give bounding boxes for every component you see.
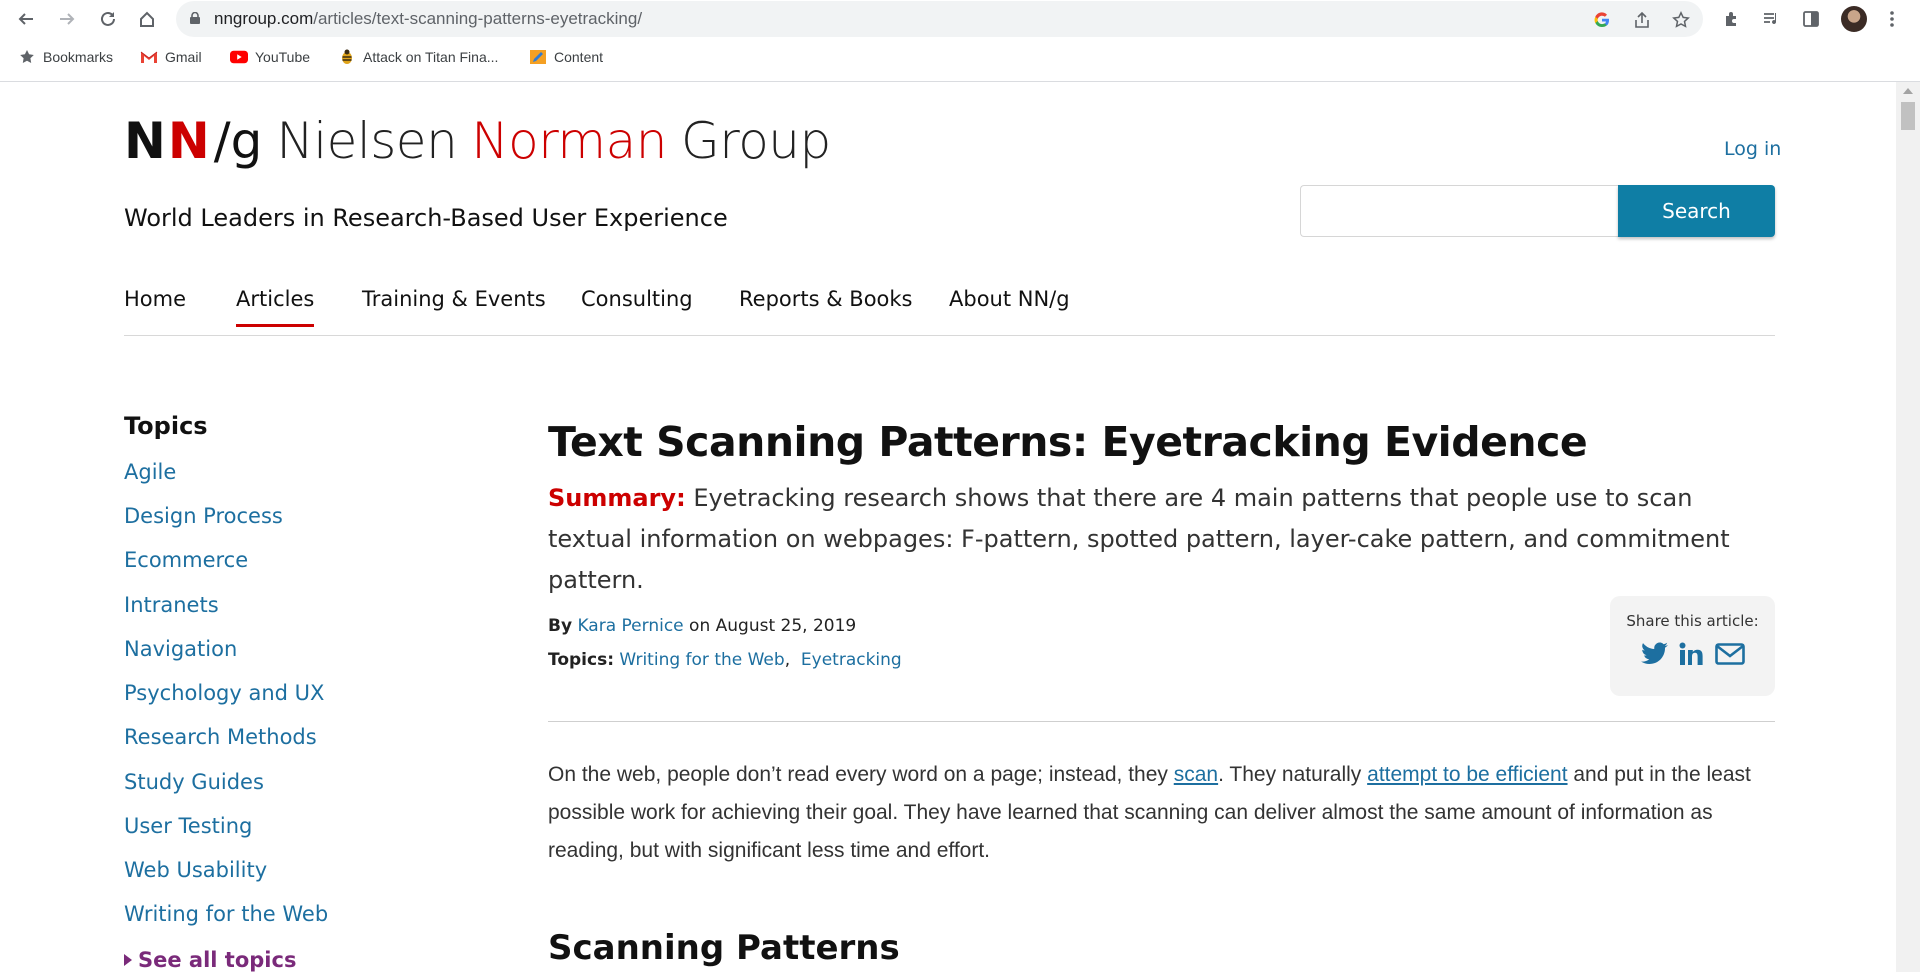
bookmark-label: Bookmarks bbox=[43, 49, 114, 65]
bee-icon bbox=[338, 48, 356, 66]
logo-nn: NN bbox=[124, 112, 212, 170]
bookmark-attack-on-titan[interactable]: Attack on Titan Fina... bbox=[338, 48, 498, 66]
topics-label: Topics: bbox=[548, 650, 615, 670]
scroll-thumb[interactable] bbox=[1901, 102, 1915, 130]
media-queue-icon[interactable] bbox=[1759, 7, 1783, 31]
nav-reports-books[interactable]: Reports & Books bbox=[739, 287, 913, 311]
star-icon bbox=[18, 48, 36, 66]
topic-link-writing-web[interactable]: Writing for the Web bbox=[124, 902, 328, 926]
publish-date: on August 25, 2019 bbox=[689, 616, 857, 636]
bookmark-star-icon[interactable] bbox=[1670, 9, 1692, 31]
scan-link[interactable]: scan bbox=[1174, 763, 1218, 786]
nav-training-events[interactable]: Training & Events bbox=[362, 287, 546, 311]
article-topic-link-writing[interactable]: Writing for the Web bbox=[619, 650, 784, 670]
bookmark-label: Content bbox=[554, 49, 604, 65]
nav-home[interactable]: Home bbox=[124, 287, 186, 311]
summary-text: Eyetracking research shows that there ar… bbox=[548, 484, 1730, 594]
logo-word-norman: Norman bbox=[471, 112, 667, 170]
bookmark-youtube[interactable]: YouTube bbox=[230, 48, 310, 66]
page-scrollbar[interactable] bbox=[1896, 82, 1920, 972]
body-text-1: On the web, people don’t read every word… bbox=[548, 763, 1174, 786]
bookmark-gmail[interactable]: Gmail bbox=[140, 48, 202, 66]
search-button[interactable]: Search bbox=[1618, 185, 1775, 237]
forward-icon[interactable] bbox=[52, 4, 82, 34]
logo-g: /g bbox=[213, 112, 263, 170]
attempt-efficient-link[interactable]: attempt to be efficient bbox=[1367, 763, 1567, 786]
nav-about[interactable]: About NN/g bbox=[949, 287, 1070, 311]
author-link[interactable]: Kara Pernice bbox=[577, 616, 683, 636]
topic-link-agile[interactable]: Agile bbox=[124, 460, 176, 484]
bookmark-label: YouTube bbox=[255, 49, 311, 65]
email-icon[interactable] bbox=[1714, 640, 1746, 668]
topics-heading: Topics bbox=[124, 412, 208, 440]
login-link[interactable]: Log in bbox=[1724, 138, 1781, 160]
topic-link-study-guides[interactable]: Study Guides bbox=[124, 770, 264, 794]
tagline: World Leaders in Research-Based User Exp… bbox=[124, 204, 728, 232]
article-summary: Summary: Eyetracking research shows that… bbox=[548, 478, 1748, 601]
body-text-2: . They naturally bbox=[1218, 763, 1368, 786]
article-divider bbox=[548, 721, 1775, 722]
browser-toolbar: nngroup.com/articles/text-scanning-patte… bbox=[0, 0, 1920, 38]
article-intro-paragraph: On the web, people don’t read every word… bbox=[548, 756, 1758, 870]
extensions-icon[interactable] bbox=[1720, 7, 1744, 31]
address-bar[interactable]: nngroup.com/articles/text-scanning-patte… bbox=[176, 1, 1703, 37]
topic-link-intranets[interactable]: Intranets bbox=[124, 593, 219, 617]
logo-word-nielsen: Nielsen bbox=[276, 112, 458, 170]
profile-avatar[interactable] bbox=[1841, 6, 1867, 32]
topic-link-design-process[interactable]: Design Process bbox=[124, 504, 283, 528]
logo-word-group: Group bbox=[680, 112, 831, 170]
webpage: NN /g Nielsen Norman Group World Leaders… bbox=[0, 82, 1896, 972]
see-all-topics-link[interactable]: See all topics bbox=[124, 948, 296, 972]
share-label: Share this article: bbox=[1626, 612, 1759, 630]
bookmark-content[interactable]: Content bbox=[529, 48, 603, 66]
bookmark-bookmarks[interactable]: Bookmarks bbox=[18, 48, 113, 66]
see-all-label: See all topics bbox=[138, 948, 297, 972]
topic-link-ecommerce[interactable]: Ecommerce bbox=[124, 548, 248, 572]
article-title: Text Scanning Patterns: Eyetracking Evid… bbox=[548, 418, 1588, 466]
home-icon[interactable] bbox=[132, 4, 162, 34]
topic-link-psychology-ux[interactable]: Psychology and UX bbox=[124, 681, 324, 705]
bookmark-label: Gmail bbox=[165, 49, 202, 65]
topic-link-navigation[interactable]: Navigation bbox=[124, 637, 237, 661]
back-icon[interactable] bbox=[11, 4, 41, 34]
search-input[interactable] bbox=[1300, 185, 1618, 237]
linkedin-icon[interactable] bbox=[1677, 640, 1705, 668]
article-topics: Topics: Writing for the Web, Eyetracking bbox=[548, 650, 902, 670]
topic-link-user-testing[interactable]: User Testing bbox=[124, 814, 252, 838]
nav-consulting[interactable]: Consulting bbox=[581, 287, 693, 311]
url-text: nngroup.com/articles/text-scanning-patte… bbox=[214, 9, 643, 28]
kebab-menu-icon[interactable] bbox=[1880, 7, 1904, 31]
by-label: By bbox=[548, 616, 573, 636]
nng-logo[interactable]: NN /g Nielsen Norman Group bbox=[124, 112, 831, 172]
reload-icon[interactable] bbox=[93, 4, 123, 34]
side-panel-icon[interactable] bbox=[1799, 7, 1823, 31]
bookmark-label: Attack on Titan Fina... bbox=[363, 49, 499, 65]
section-heading-scanning-patterns: Scanning Patterns bbox=[548, 928, 900, 968]
lock-icon bbox=[190, 12, 200, 24]
byline: By Kara Pernice on August 25, 2019 bbox=[548, 616, 856, 636]
bookmarks-bar: Bookmarks Gmail YouTube Attack on Titan … bbox=[0, 44, 1920, 74]
expand-triangle-icon bbox=[124, 954, 132, 966]
topic-link-web-usability[interactable]: Web Usability bbox=[124, 858, 267, 882]
youtube-icon bbox=[230, 48, 248, 66]
gmail-icon bbox=[140, 48, 158, 66]
google-icon[interactable] bbox=[1591, 9, 1613, 31]
twitter-icon[interactable] bbox=[1640, 640, 1670, 668]
topic-link-research-methods[interactable]: Research Methods bbox=[124, 725, 317, 749]
summary-label: Summary: bbox=[548, 484, 686, 512]
nav-articles[interactable]: Articles bbox=[236, 287, 315, 327]
scroll-up-arrow-icon[interactable] bbox=[1903, 88, 1913, 94]
share-box: Share this article: bbox=[1610, 596, 1775, 696]
topic-separator: , bbox=[784, 650, 791, 670]
article-topic-link-eyetracking[interactable]: Eyetracking bbox=[801, 650, 902, 670]
share-page-icon[interactable] bbox=[1631, 9, 1653, 31]
main-nav: Home Articles Training & Events Consulti… bbox=[124, 282, 1775, 336]
pencil-icon bbox=[529, 48, 547, 66]
